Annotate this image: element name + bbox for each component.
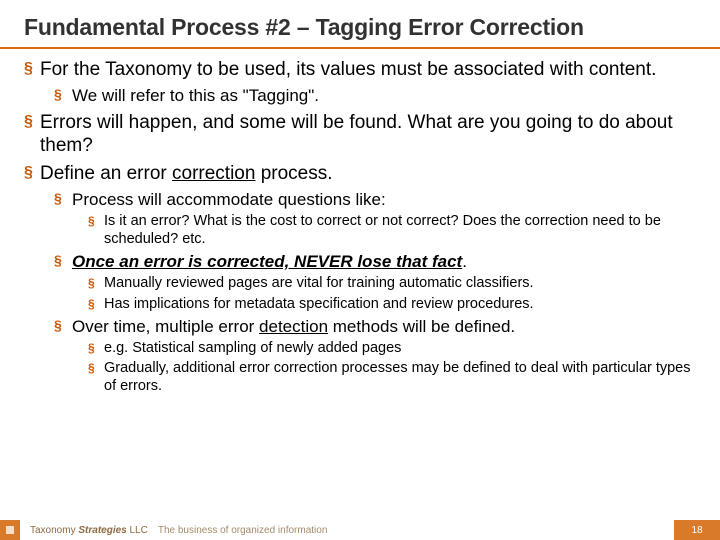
bullet-text: For the Taxonomy to be used, its values … [40, 59, 656, 80]
bullet-text-underline: detection [259, 317, 328, 336]
bullet-text: e.g. Statistical sampling of newly added… [104, 340, 401, 356]
bullet-l3: Has implications for metadata specificat… [88, 296, 696, 313]
bullet-text-strong: Once an error is corrected, NEVER lose t… [72, 252, 462, 271]
footer-brand: Taxonomy Strategies LLC [30, 525, 148, 536]
page-title: Fundamental Process #2 – Tagging Error C… [0, 0, 720, 41]
bullet-text: process. [255, 163, 332, 184]
bullet-list: For the Taxonomy to be used, its values … [24, 59, 696, 395]
bullet-l3: e.g. Statistical sampling of newly added… [88, 340, 696, 357]
bullet-l2: Over time, multiple error detection meth… [54, 317, 696, 395]
logo-icon [0, 520, 20, 540]
footer-left: Taxonomy Strategies LLC The business of … [0, 520, 327, 540]
content-area: For the Taxonomy to be used, its values … [0, 59, 720, 395]
bullet-text: methods will be defined. [328, 317, 515, 336]
bullet-text: Process will accommodate questions like: [72, 190, 386, 209]
title-rule [0, 47, 720, 49]
bullet-l1: Errors will happen, and some will be fou… [24, 112, 696, 158]
slide: Fundamental Process #2 – Tagging Error C… [0, 0, 720, 540]
bullet-l3: Gradually, additional error correction p… [88, 360, 696, 395]
bullet-text: Is it an error? What is the cost to corr… [104, 213, 661, 246]
brand-text-italic: Strategies [78, 525, 126, 536]
brand-text: Taxonomy [30, 525, 78, 536]
bullet-text: We will refer to this as "Tagging". [72, 86, 319, 105]
footer: Taxonomy Strategies LLC The business of … [0, 520, 720, 540]
bullet-l3: Manually reviewed pages are vital for tr… [88, 275, 696, 292]
bullet-l1: Define an error correction process. Proc… [24, 163, 696, 395]
bullet-text: Errors will happen, and some will be fou… [40, 112, 673, 156]
bullet-text: Has implications for metadata specificat… [104, 296, 534, 312]
bullet-text: Manually reviewed pages are vital for tr… [104, 275, 534, 291]
bullet-l1: For the Taxonomy to be used, its values … [24, 59, 696, 106]
bullet-l3: Is it an error? What is the cost to corr… [88, 213, 696, 248]
bullet-text: Gradually, additional error correction p… [104, 360, 690, 393]
bullet-l2: Process will accommodate questions like:… [54, 190, 696, 248]
footer-tagline: The business of organized information [158, 525, 328, 536]
brand-text: LLC [127, 525, 148, 536]
bullet-l2: Once an error is corrected, NEVER lose t… [54, 252, 696, 313]
bullet-text-underline: correction [172, 163, 255, 184]
bullet-l2: We will refer to this as "Tagging". [54, 86, 696, 106]
logo-inner-icon [6, 526, 14, 534]
bullet-text: Over time, multiple error [72, 317, 259, 336]
bullet-text: Define an error [40, 163, 172, 184]
page-number: 18 [691, 525, 702, 536]
bullet-text: . [462, 252, 467, 271]
page-number-badge: 18 [674, 520, 720, 540]
